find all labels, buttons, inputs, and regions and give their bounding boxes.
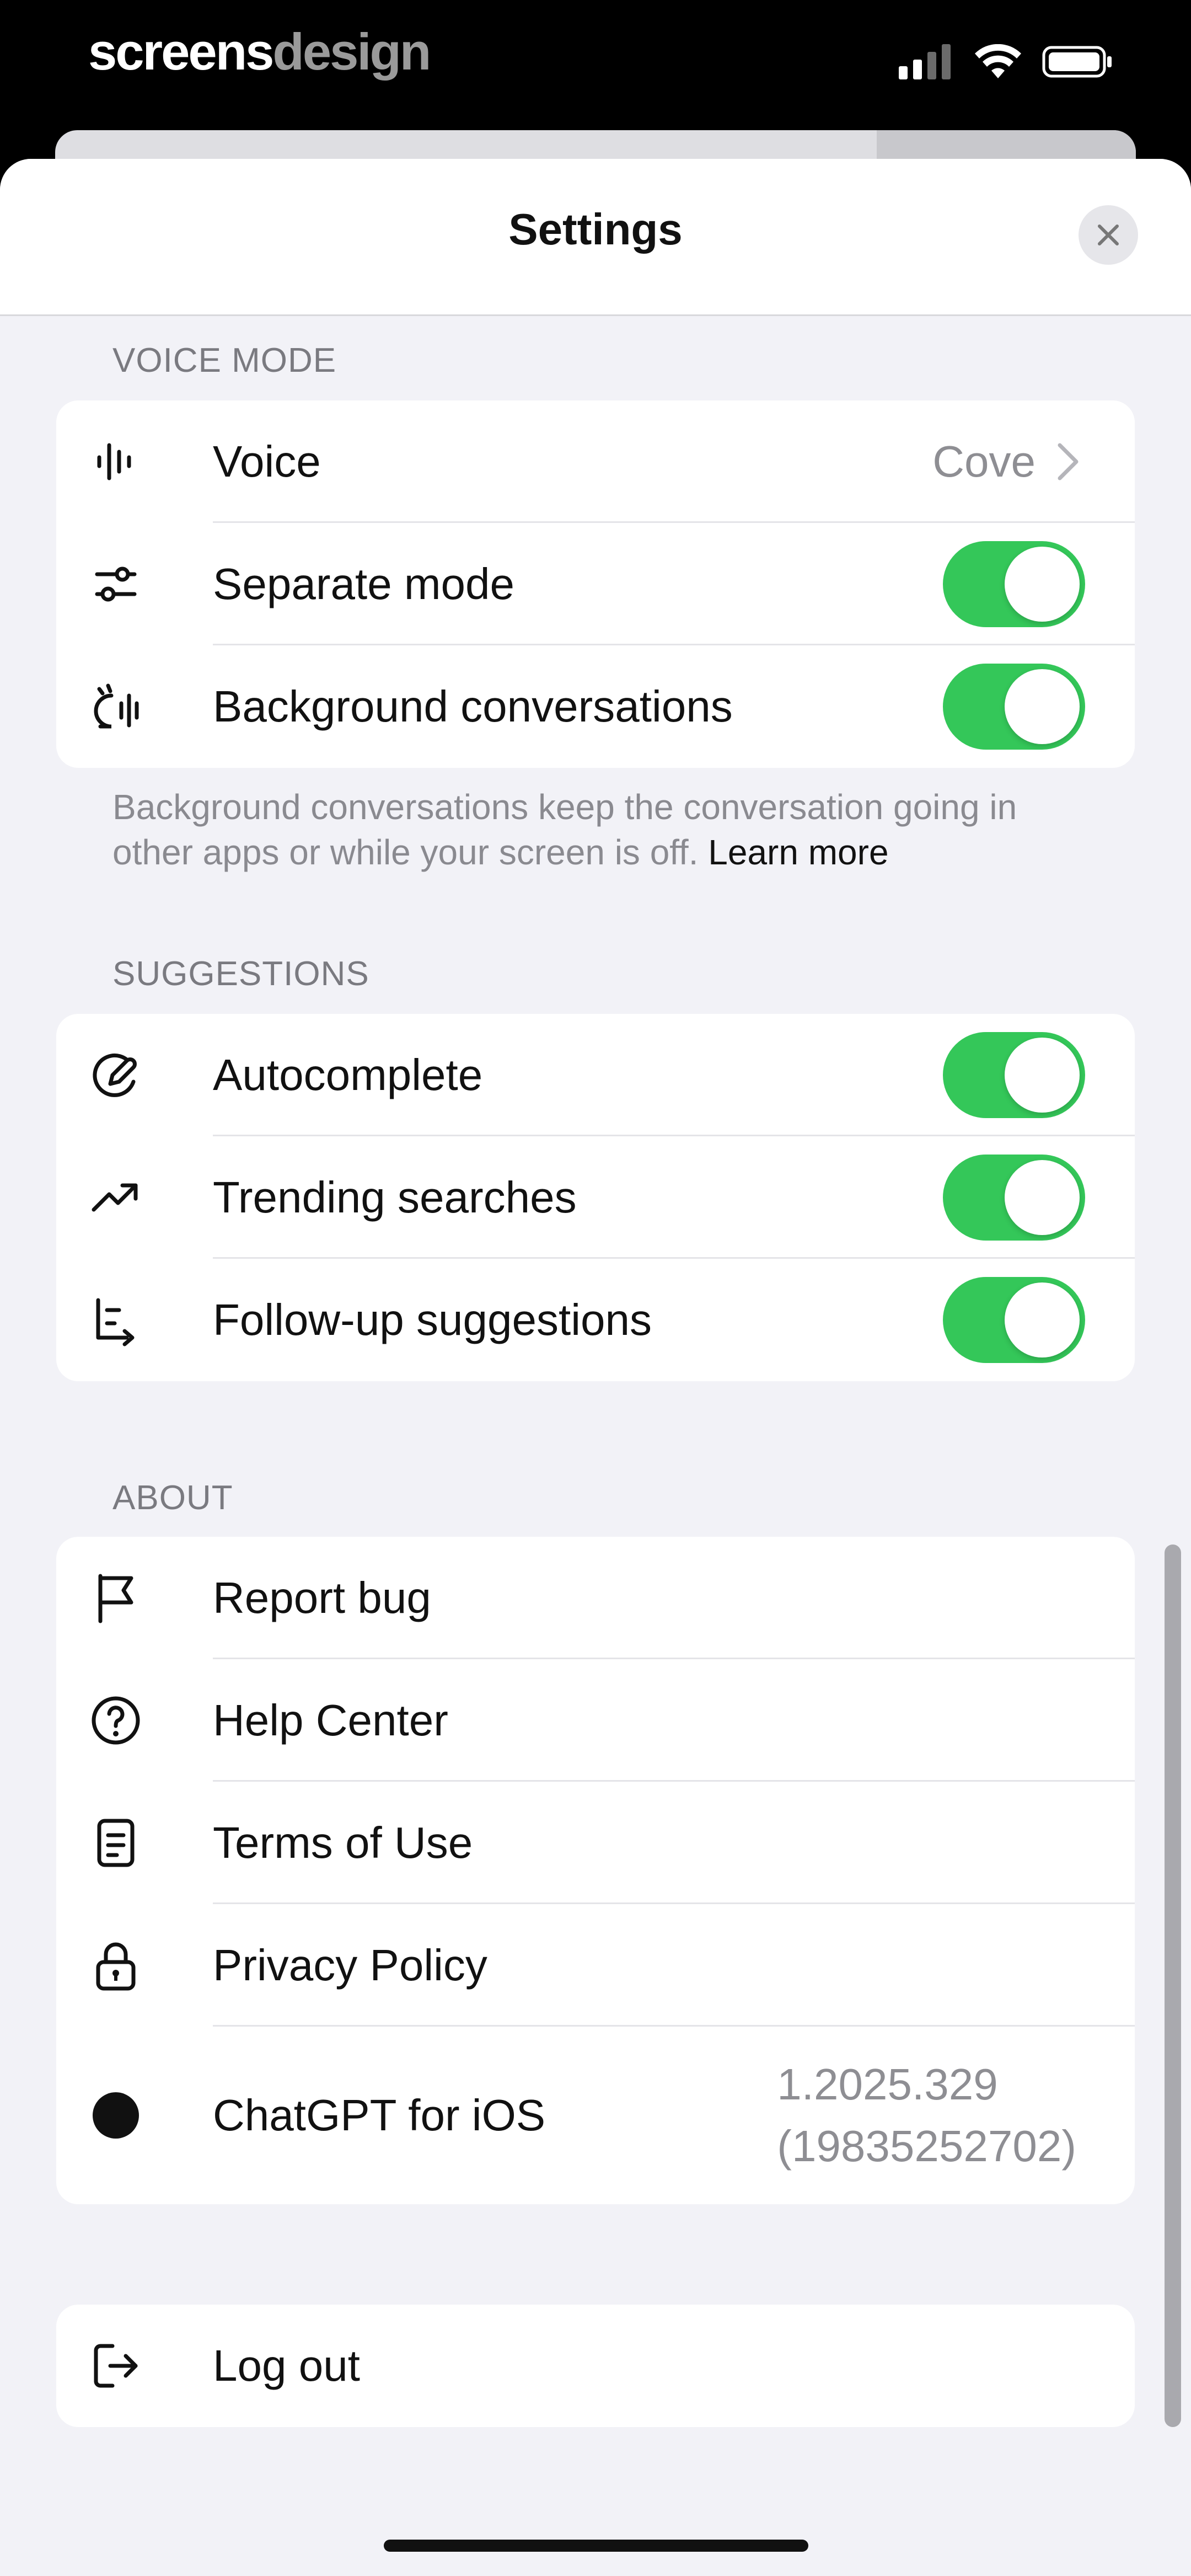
help-center-label: Help Center	[213, 1696, 448, 1745]
about-group: Report bug Help Center Terms of Use Priv…	[56, 1537, 1135, 2204]
battery-icon	[1042, 46, 1112, 78]
trending-searches-label: Trending searches	[213, 1173, 577, 1222]
version-line-2: (19835252702)	[777, 2121, 1076, 2171]
status-icons	[899, 44, 1114, 79]
home-indicator[interactable]	[384, 2540, 808, 2552]
trending-searches-toggle[interactable]	[943, 1155, 1085, 1241]
sliders-icon	[85, 554, 146, 614]
help-center-row[interactable]: Help Center	[56, 1659, 1135, 1782]
section-label-about: ABOUT	[112, 1479, 233, 1517]
autocomplete-label: Autocomplete	[213, 1050, 483, 1099]
voice-label: Voice	[213, 437, 321, 486]
follow-up-suggestions-label: Follow-up suggestions	[213, 1295, 652, 1344]
wifi-icon	[975, 44, 1021, 78]
trending-icon	[85, 1167, 146, 1228]
brand-part-2: design	[272, 23, 431, 81]
background-conversations-footnote: Background conversations keep the conver…	[112, 784, 1105, 875]
chatgpt-for-ios-label: ChatGPT for iOS	[213, 2091, 546, 2140]
terms-of-use-row[interactable]: Terms of Use	[56, 1782, 1135, 1904]
logout-row[interactable]: Log out	[56, 2305, 1135, 2427]
autocomplete-icon	[85, 1045, 146, 1105]
close-button[interactable]	[1079, 205, 1138, 265]
autocomplete-toggle[interactable]	[943, 1032, 1085, 1118]
version-line-1: 1.2025.329	[777, 2060, 998, 2109]
voice-row[interactable]: Voice Cove	[56, 400, 1135, 523]
settings-sheet: Settings VOICE MODE Voice Cove Separate …	[0, 159, 1191, 2576]
section-label-suggestions: SUGGESTIONS	[112, 955, 369, 993]
close-icon	[1098, 225, 1119, 245]
chatgpt-version-row: ChatGPT for iOS 1.2025.329 (19835252702)	[56, 2027, 1135, 2204]
privacy-policy-row[interactable]: Privacy Policy	[56, 1904, 1135, 2027]
logout-label: Log out	[213, 2341, 360, 2390]
question-circle-icon	[85, 1690, 146, 1751]
separate-mode-label: Separate mode	[213, 559, 515, 608]
background-voice-icon	[85, 676, 146, 737]
brand-watermark: screensdesign	[88, 22, 431, 82]
follow-up-icon	[85, 1290, 146, 1350]
scrollbar[interactable]	[1165, 1544, 1181, 2427]
page-title: Settings	[508, 205, 683, 254]
separate-mode-toggle[interactable]	[943, 541, 1085, 627]
background-conversations-label: Background conversations	[213, 682, 733, 731]
report-bug-label: Report bug	[213, 1573, 431, 1622]
terms-of-use-label: Terms of Use	[213, 1818, 473, 1867]
waveform-icon	[85, 431, 146, 492]
trending-searches-row: Trending searches	[56, 1136, 1135, 1259]
background-conversations-toggle[interactable]	[943, 664, 1085, 750]
separate-mode-row: Separate mode	[56, 523, 1135, 645]
logout-icon	[85, 2335, 146, 2396]
follow-up-suggestions-row: Follow-up suggestions	[56, 1259, 1135, 1381]
background-conversations-row: Background conversations	[56, 645, 1135, 768]
suggestions-group: Autocomplete Trending searches Follow-up…	[56, 1014, 1135, 1381]
app-dot-icon	[85, 2085, 146, 2146]
document-icon	[85, 1813, 146, 1873]
chevron-right-icon	[1058, 443, 1079, 480]
status-bar: screensdesign	[0, 0, 1191, 127]
learn-more-link[interactable]: Learn more	[708, 832, 888, 872]
lock-icon	[85, 1935, 146, 1996]
voice-mode-group: Voice Cove Separate mode Background conv…	[56, 400, 1135, 768]
flag-icon	[85, 1568, 146, 1628]
privacy-policy-label: Privacy Policy	[213, 1941, 487, 1990]
follow-up-suggestions-toggle[interactable]	[943, 1277, 1085, 1363]
section-label-voice-mode: VOICE MODE	[112, 341, 337, 380]
version-number: 1.2025.329 (19835252702)	[777, 2054, 1076, 2177]
report-bug-row[interactable]: Report bug	[56, 1537, 1135, 1659]
brand-part-1: screens	[88, 23, 274, 81]
sheet-header: Settings	[0, 159, 1191, 316]
logout-group: Log out	[56, 2305, 1135, 2427]
autocomplete-row: Autocomplete	[56, 1014, 1135, 1136]
signal-icon	[899, 44, 951, 79]
voice-value: Cove	[932, 437, 1036, 486]
